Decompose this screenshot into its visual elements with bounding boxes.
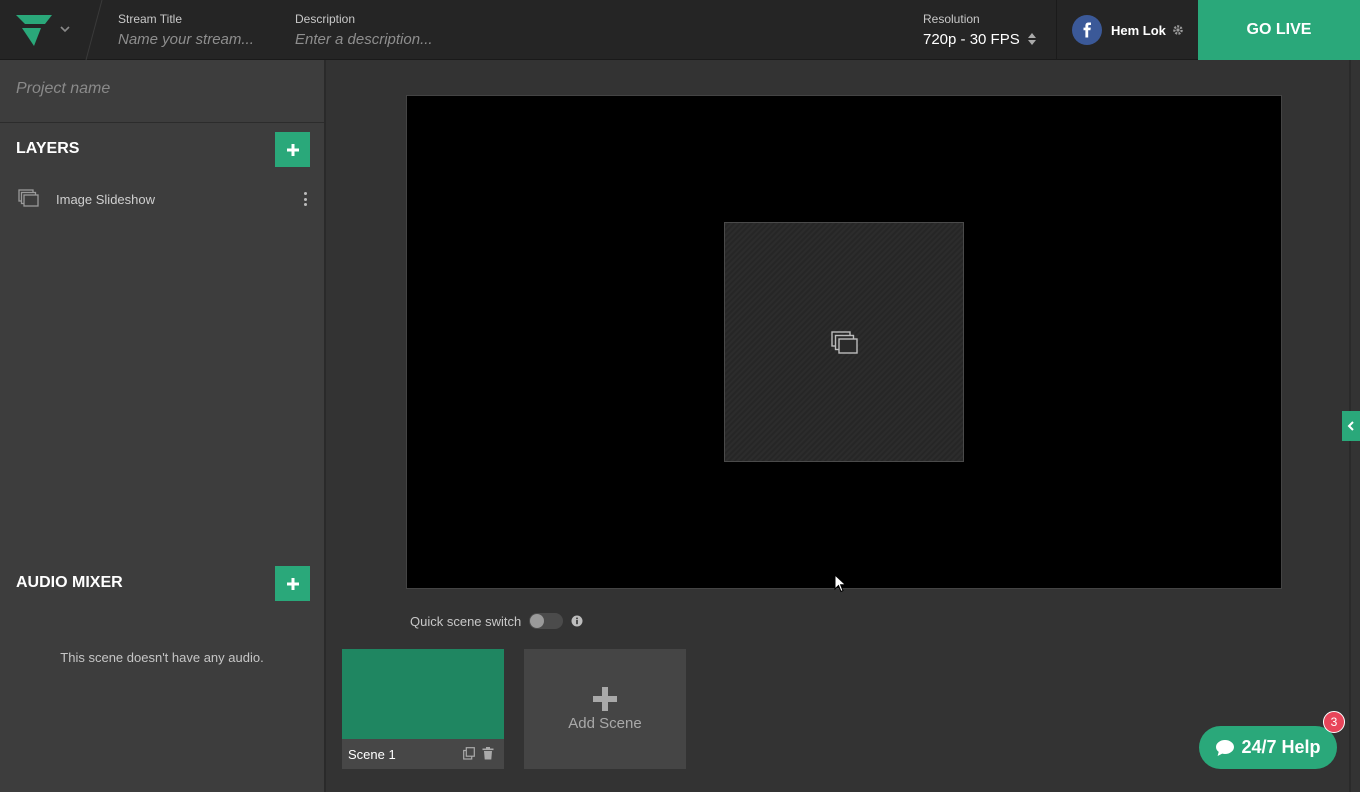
trash-icon[interactable] [482, 747, 494, 760]
account-menu[interactable]: Hem Lok [1072, 14, 1184, 46]
scene-name: Scene 1 [348, 747, 396, 762]
account-name: Hem Lok [1111, 22, 1166, 38]
plus-icon [593, 686, 617, 711]
add-audio-button[interactable] [275, 566, 310, 601]
mouse-cursor-icon [834, 574, 847, 593]
description-input[interactable] [295, 28, 595, 50]
divider [1056, 0, 1057, 60]
add-layer-button[interactable] [275, 132, 310, 167]
audio-mixer-title: AUDIO MIXER [16, 574, 123, 591]
add-scene-label: Add Scene [568, 714, 642, 732]
resolution-select[interactable]: 720p - 30 FPS [923, 28, 1036, 50]
top-bar: Stream Title Description Resolution 720p… [0, 0, 1360, 60]
no-audio-message: This scene doesn't have any audio. [60, 650, 264, 665]
image-slideshow-source[interactable] [724, 222, 964, 462]
image-slideshow-icon [18, 189, 39, 207]
description-field: Description [295, 12, 595, 50]
resolution-label: Resolution [923, 12, 980, 26]
quick-scene-switch: Quick scene switch [410, 613, 583, 629]
description-label: Description [295, 12, 356, 26]
project-name-field [0, 60, 324, 123]
add-scene-button[interactable]: Add Scene [524, 649, 686, 769]
info-icon[interactable] [571, 615, 583, 627]
plus-icon [286, 577, 299, 590]
resolution-value: 720p - 30 FPS [923, 30, 1020, 48]
chevron-down-icon[interactable] [58, 22, 72, 36]
plus-icon [286, 143, 299, 156]
layer-item[interactable]: Image Slideshow [0, 184, 324, 214]
help-button[interactable]: 24/7 Help [1199, 726, 1337, 769]
stream-preview[interactable] [406, 95, 1282, 589]
stream-title-input[interactable] [118, 28, 278, 50]
layers-title: LAYERS [16, 140, 80, 157]
scene-thumbnail [342, 649, 504, 739]
go-live-button[interactable]: GO LIVE [1198, 0, 1360, 60]
resolution-field: Resolution 720p - 30 FPS [923, 12, 1036, 50]
notification-badge: 3 [1323, 711, 1345, 733]
sidebar: LAYERS Image Slideshow AUDIO MIXER This … [0, 60, 326, 792]
scene-card[interactable]: Scene 1 [342, 649, 504, 769]
expand-panel-button[interactable] [1342, 411, 1360, 441]
layer-label: Image Slideshow [56, 192, 155, 207]
help-label: 24/7 Help [1241, 737, 1321, 757]
quick-scene-switch-toggle[interactable] [529, 613, 564, 629]
project-name-input[interactable] [16, 80, 306, 98]
chevron-left-icon [1347, 421, 1354, 431]
more-options-icon[interactable] [300, 190, 310, 208]
image-slideshow-icon [831, 331, 858, 354]
facebook-icon [1072, 15, 1102, 45]
app-logo-icon[interactable] [14, 12, 54, 48]
scene-footer: Scene 1 [342, 739, 504, 769]
stream-title-field: Stream Title [118, 12, 278, 50]
divider-slash [85, 0, 103, 60]
quick-scene-switch-label: Quick scene switch [410, 613, 522, 629]
stream-title-label: Stream Title [118, 12, 183, 26]
sort-arrows-icon [1027, 33, 1036, 45]
duplicate-icon[interactable] [463, 747, 475, 760]
gear-icon[interactable] [1172, 24, 1184, 36]
chat-bubble-icon [1216, 739, 1235, 756]
